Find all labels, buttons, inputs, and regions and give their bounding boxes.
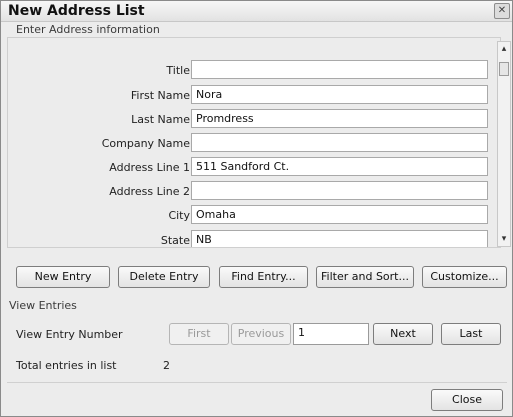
field-label-state: State — [160, 234, 190, 247]
field-row-address-line-1: Address Line 1 511 Sandford Ct. — [8, 157, 500, 179]
dialog-title: New Address List — [8, 3, 145, 19]
total-entries-label: Total entries in list — [16, 359, 117, 372]
company-name-field[interactable] — [191, 133, 488, 152]
close-button[interactable]: Close — [431, 389, 503, 411]
field-label-address-line-1: Address Line 1 — [109, 161, 190, 174]
field-label-address-line-2: Address Line 2 — [109, 185, 190, 198]
address-line-2-field[interactable] — [191, 181, 488, 200]
first-name-field[interactable]: Nora — [191, 85, 488, 104]
filter-and-sort-button[interactable]: Filter and Sort... — [316, 266, 414, 288]
fields-scrollbar[interactable]: ▴ ▾ — [497, 41, 511, 247]
field-label-last-name: Last Name — [131, 113, 190, 126]
close-icon[interactable]: ✕ — [494, 3, 510, 19]
state-field[interactable]: NB — [191, 230, 488, 247]
field-label-city: City — [168, 209, 190, 222]
field-label-title: Title — [166, 64, 190, 77]
scrollbar-thumb[interactable] — [499, 62, 509, 76]
field-row-address-line-2: Address Line 2 — [8, 181, 500, 203]
delete-entry-button[interactable]: Delete Entry — [118, 266, 210, 288]
total-entries-count: 2 — [163, 359, 170, 372]
city-field[interactable]: Omaha — [191, 205, 488, 224]
new-entry-button[interactable]: New Entry — [16, 266, 110, 288]
previous-entry-button[interactable]: Previous — [231, 323, 291, 345]
title-field[interactable] — [191, 60, 488, 79]
scroll-down-icon[interactable]: ▾ — [498, 233, 510, 245]
footer-divider — [7, 382, 507, 383]
customize-button[interactable]: Customize... — [422, 266, 507, 288]
enter-address-section-label: Enter Address information — [16, 23, 160, 36]
entry-number-field[interactable]: 1 — [293, 323, 369, 345]
field-row-state: State NB — [8, 230, 500, 247]
find-entry-button[interactable]: Find Entry... — [219, 266, 308, 288]
new-address-list-dialog: New Address List ✕ Enter Address informa… — [0, 0, 513, 417]
field-label-company-name: Company Name — [101, 137, 190, 150]
field-label-first-name: First Name — [130, 89, 190, 102]
field-row-title: Title — [8, 60, 500, 82]
scroll-up-icon[interactable]: ▴ — [498, 43, 510, 55]
field-row-last-name: Last Name Promdress — [8, 109, 500, 131]
field-row-first-name: First Name Nora — [8, 85, 500, 107]
title-bar: New Address List ✕ — [1, 1, 512, 22]
first-entry-button[interactable]: First — [169, 323, 229, 345]
address-fields-panel: Title First Name Nora Last Name Promdres… — [7, 37, 501, 248]
address-line-1-field[interactable]: 511 Sandford Ct. — [191, 157, 488, 176]
last-name-field[interactable]: Promdress — [191, 109, 488, 128]
last-entry-button[interactable]: Last — [441, 323, 501, 345]
view-entry-number-label: View Entry Number — [16, 328, 123, 341]
next-entry-button[interactable]: Next — [373, 323, 433, 345]
view-entries-section-label: View Entries — [9, 299, 77, 312]
field-row-city: City Omaha — [8, 205, 500, 227]
field-row-company-name: Company Name — [8, 133, 500, 155]
